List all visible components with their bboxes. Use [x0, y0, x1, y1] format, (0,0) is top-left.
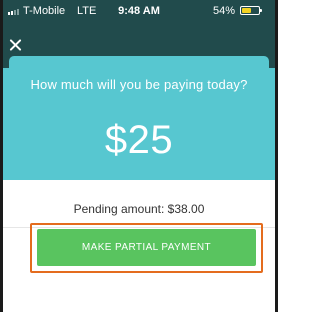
make-partial-payment-button[interactable]: MAKE PARTIAL PAYMENT: [37, 229, 256, 266]
payment-question: How much will you be paying today?: [30, 77, 248, 92]
phone-screen: T-Mobile LTE 9:48 AM 54% How much will y…: [0, 0, 278, 312]
battery-level-fill: [242, 8, 251, 13]
payment-amount[interactable]: $25: [3, 117, 275, 163]
sheet-tab: [9, 56, 269, 68]
pending-amount-label: Pending amount: $38.00: [73, 202, 205, 216]
battery-percent: 54%: [212, 5, 235, 17]
close-icon[interactable]: [7, 36, 25, 54]
battery-icon: [240, 6, 262, 15]
status-bar: T-Mobile LTE 9:48 AM 54%: [3, 0, 275, 22]
